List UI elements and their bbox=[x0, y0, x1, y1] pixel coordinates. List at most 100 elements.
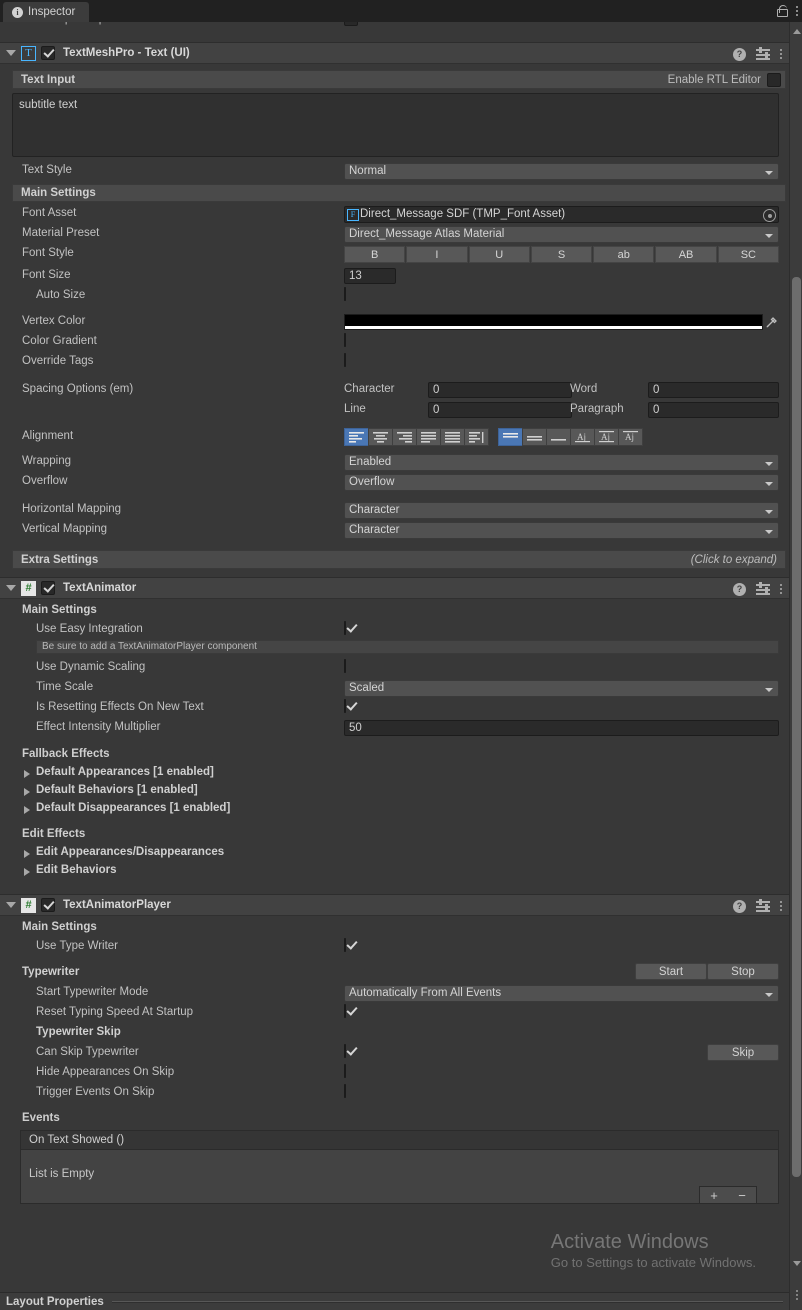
vertex-color-swatch[interactable] bbox=[344, 314, 763, 330]
use-dynamic-scaling-label: Use Dynamic Scaling bbox=[36, 661, 146, 673]
vertical-mapping-dropdown[interactable]: Character bbox=[344, 522, 779, 539]
font-style-uppercase-button[interactable]: AB bbox=[655, 246, 717, 263]
watermark-title: Activate Windows bbox=[550, 1231, 709, 1253]
preset-icon[interactable] bbox=[756, 899, 770, 912]
use-easy-integration-checkbox[interactable] bbox=[344, 621, 346, 635]
rtl-editor-checkbox[interactable] bbox=[767, 72, 781, 87]
hide-appearances-checkbox[interactable] bbox=[344, 1064, 346, 1078]
help-icon[interactable]: ? bbox=[733, 582, 746, 596]
remove-event-button[interactable]: − bbox=[728, 1187, 756, 1203]
foldout-arrow-icon[interactable] bbox=[6, 50, 16, 56]
align-flush-icon[interactable] bbox=[440, 428, 465, 446]
font-style-lowercase-button[interactable]: ab bbox=[593, 246, 655, 263]
kebab-menu-icon[interactable] bbox=[796, 6, 798, 16]
help-icon[interactable]: ? bbox=[733, 47, 746, 61]
component-enabled-checkbox-textanimatorplayer[interactable] bbox=[41, 898, 55, 912]
vertical-scrollbar[interactable] bbox=[789, 22, 802, 1310]
component-header-icons-textanimator: ? bbox=[733, 578, 782, 600]
align-bottom-icon[interactable] bbox=[546, 428, 571, 446]
font-style-underline-button[interactable]: U bbox=[468, 246, 530, 263]
row-auto-size: Auto Size bbox=[0, 286, 790, 306]
scrollbar-thumb[interactable] bbox=[792, 277, 801, 1177]
font-style-italic-button[interactable]: I bbox=[406, 246, 468, 263]
text-input-textarea[interactable]: subtitle text bbox=[12, 93, 779, 157]
align-justified-icon[interactable] bbox=[416, 428, 441, 446]
override-tags-checkbox[interactable] bbox=[344, 353, 346, 367]
object-picker-icon[interactable] bbox=[763, 209, 776, 222]
preset-icon[interactable] bbox=[756, 47, 770, 60]
row-reset-typing-speed: Reset Typing Speed At Startup bbox=[0, 1003, 790, 1023]
chevron-down-icon bbox=[765, 530, 773, 534]
start-typewriter-mode-dropdown[interactable]: Automatically From All Events bbox=[344, 985, 779, 1002]
color-gradient-checkbox[interactable] bbox=[344, 333, 346, 347]
eyedropper-icon[interactable] bbox=[764, 314, 779, 330]
scroll-up-arrow-icon[interactable] bbox=[793, 29, 801, 34]
start-button[interactable]: Start bbox=[635, 963, 707, 980]
svg-text:Aj: Aj bbox=[577, 432, 586, 442]
component-enabled-checkbox-tmp[interactable] bbox=[41, 46, 55, 60]
align-midline-icon[interactable]: Aj bbox=[594, 428, 619, 446]
kebab-menu-icon[interactable] bbox=[780, 584, 782, 594]
can-skip-typewriter-checkbox[interactable] bbox=[344, 1044, 346, 1058]
align-baseline-icon[interactable]: Aj bbox=[570, 428, 595, 446]
auto-size-checkbox[interactable] bbox=[344, 287, 346, 301]
foldout-default-appearances[interactable]: Default Appearances [1 enabled] bbox=[0, 764, 790, 782]
material-preset-dropdown[interactable]: Direct_Message Atlas Material bbox=[344, 226, 779, 243]
use-dynamic-scaling-checkbox[interactable] bbox=[344, 659, 346, 673]
align-top-icon[interactable] bbox=[498, 428, 523, 446]
align-middle-icon[interactable] bbox=[522, 428, 547, 446]
spacing-paragraph-input[interactable]: 0 bbox=[648, 402, 779, 418]
font-asset-object-field[interactable]: F Direct_Message SDF (TMP_Font Asset) bbox=[344, 206, 779, 223]
font-style-smallcaps-button[interactable]: SC bbox=[717, 246, 779, 263]
align-capline-icon[interactable]: Aj bbox=[618, 428, 643, 446]
lock-icon[interactable] bbox=[776, 5, 788, 17]
foldout-edit-appearances[interactable]: Edit Appearances/Disappearances bbox=[0, 844, 790, 862]
time-scale-dropdown[interactable]: Scaled bbox=[344, 680, 779, 697]
align-geometry-icon[interactable] bbox=[464, 428, 489, 446]
effect-intensity-input[interactable]: 50 bbox=[344, 720, 779, 736]
kebab-menu-icon[interactable] bbox=[780, 901, 782, 911]
row-is-resetting-effects: Is Resetting Effects On New Text bbox=[0, 698, 790, 718]
foldout-edit-behaviors[interactable]: Edit Behaviors bbox=[0, 862, 790, 880]
align-left-icon[interactable] bbox=[344, 428, 369, 446]
stop-button[interactable]: Stop bbox=[707, 963, 779, 980]
font-style-strikethrough-button[interactable]: S bbox=[530, 246, 593, 263]
component-header-textmeshpro[interactable]: T TextMeshPro - Text (UI) ? bbox=[0, 42, 790, 64]
help-icon[interactable]: ? bbox=[733, 899, 746, 913]
kebab-menu-icon[interactable] bbox=[780, 49, 782, 59]
main-settings-bar-tmp[interactable]: Main Settings bbox=[12, 184, 786, 202]
horizontal-mapping-dropdown[interactable]: Character bbox=[344, 502, 779, 519]
spacing-character-input[interactable]: 0 bbox=[428, 382, 572, 398]
add-event-button[interactable]: + bbox=[700, 1187, 728, 1203]
extra-settings-bar[interactable]: Extra Settings (Click to expand) bbox=[12, 550, 786, 569]
trigger-events-checkbox[interactable] bbox=[344, 1084, 346, 1098]
kebab-menu-icon[interactable] bbox=[796, 1290, 798, 1300]
preset-icon[interactable] bbox=[756, 582, 770, 595]
component-header-textanimatorplayer[interactable]: # TextAnimatorPlayer ? bbox=[0, 894, 790, 916]
event-header-on-text-showed[interactable]: On Text Showed () bbox=[21, 1131, 778, 1150]
spacing-line-input[interactable]: 0 bbox=[428, 402, 572, 418]
reset-typing-speed-checkbox[interactable] bbox=[344, 1004, 346, 1018]
spacing-word-input[interactable]: 0 bbox=[648, 382, 779, 398]
tab-inspector[interactable]: i Inspector bbox=[3, 2, 90, 22]
component-enabled-checkbox-textanimator[interactable] bbox=[41, 581, 55, 595]
text-style-dropdown[interactable]: Normal bbox=[344, 163, 779, 180]
is-resetting-effects-checkbox[interactable] bbox=[344, 699, 346, 713]
layout-properties-bar[interactable]: Layout Properties bbox=[0, 1292, 789, 1310]
align-right-icon[interactable] bbox=[392, 428, 417, 446]
align-center-icon[interactable] bbox=[368, 428, 393, 446]
font-size-input[interactable]: 13 bbox=[344, 268, 396, 284]
use-type-writer-checkbox[interactable] bbox=[344, 938, 346, 952]
overflow-dropdown[interactable]: Overflow bbox=[344, 474, 779, 491]
foldout-default-disappearances[interactable]: Default Disappearances [1 enabled] bbox=[0, 800, 790, 818]
clipped-row-checkbox[interactable] bbox=[344, 22, 358, 26]
skip-button[interactable]: Skip bbox=[707, 1044, 779, 1061]
foldout-arrow-icon[interactable] bbox=[6, 585, 16, 591]
component-header-textanimator[interactable]: # TextAnimator ? bbox=[0, 577, 790, 599]
scroll-down-arrow-icon[interactable] bbox=[793, 1261, 801, 1266]
foldout-arrow-icon[interactable] bbox=[6, 902, 16, 908]
triangle-right-icon bbox=[24, 868, 30, 876]
wrapping-dropdown[interactable]: Enabled bbox=[344, 454, 779, 471]
font-style-bold-button[interactable]: B bbox=[344, 246, 406, 263]
foldout-default-behaviors[interactable]: Default Behaviors [1 enabled] bbox=[0, 782, 790, 800]
